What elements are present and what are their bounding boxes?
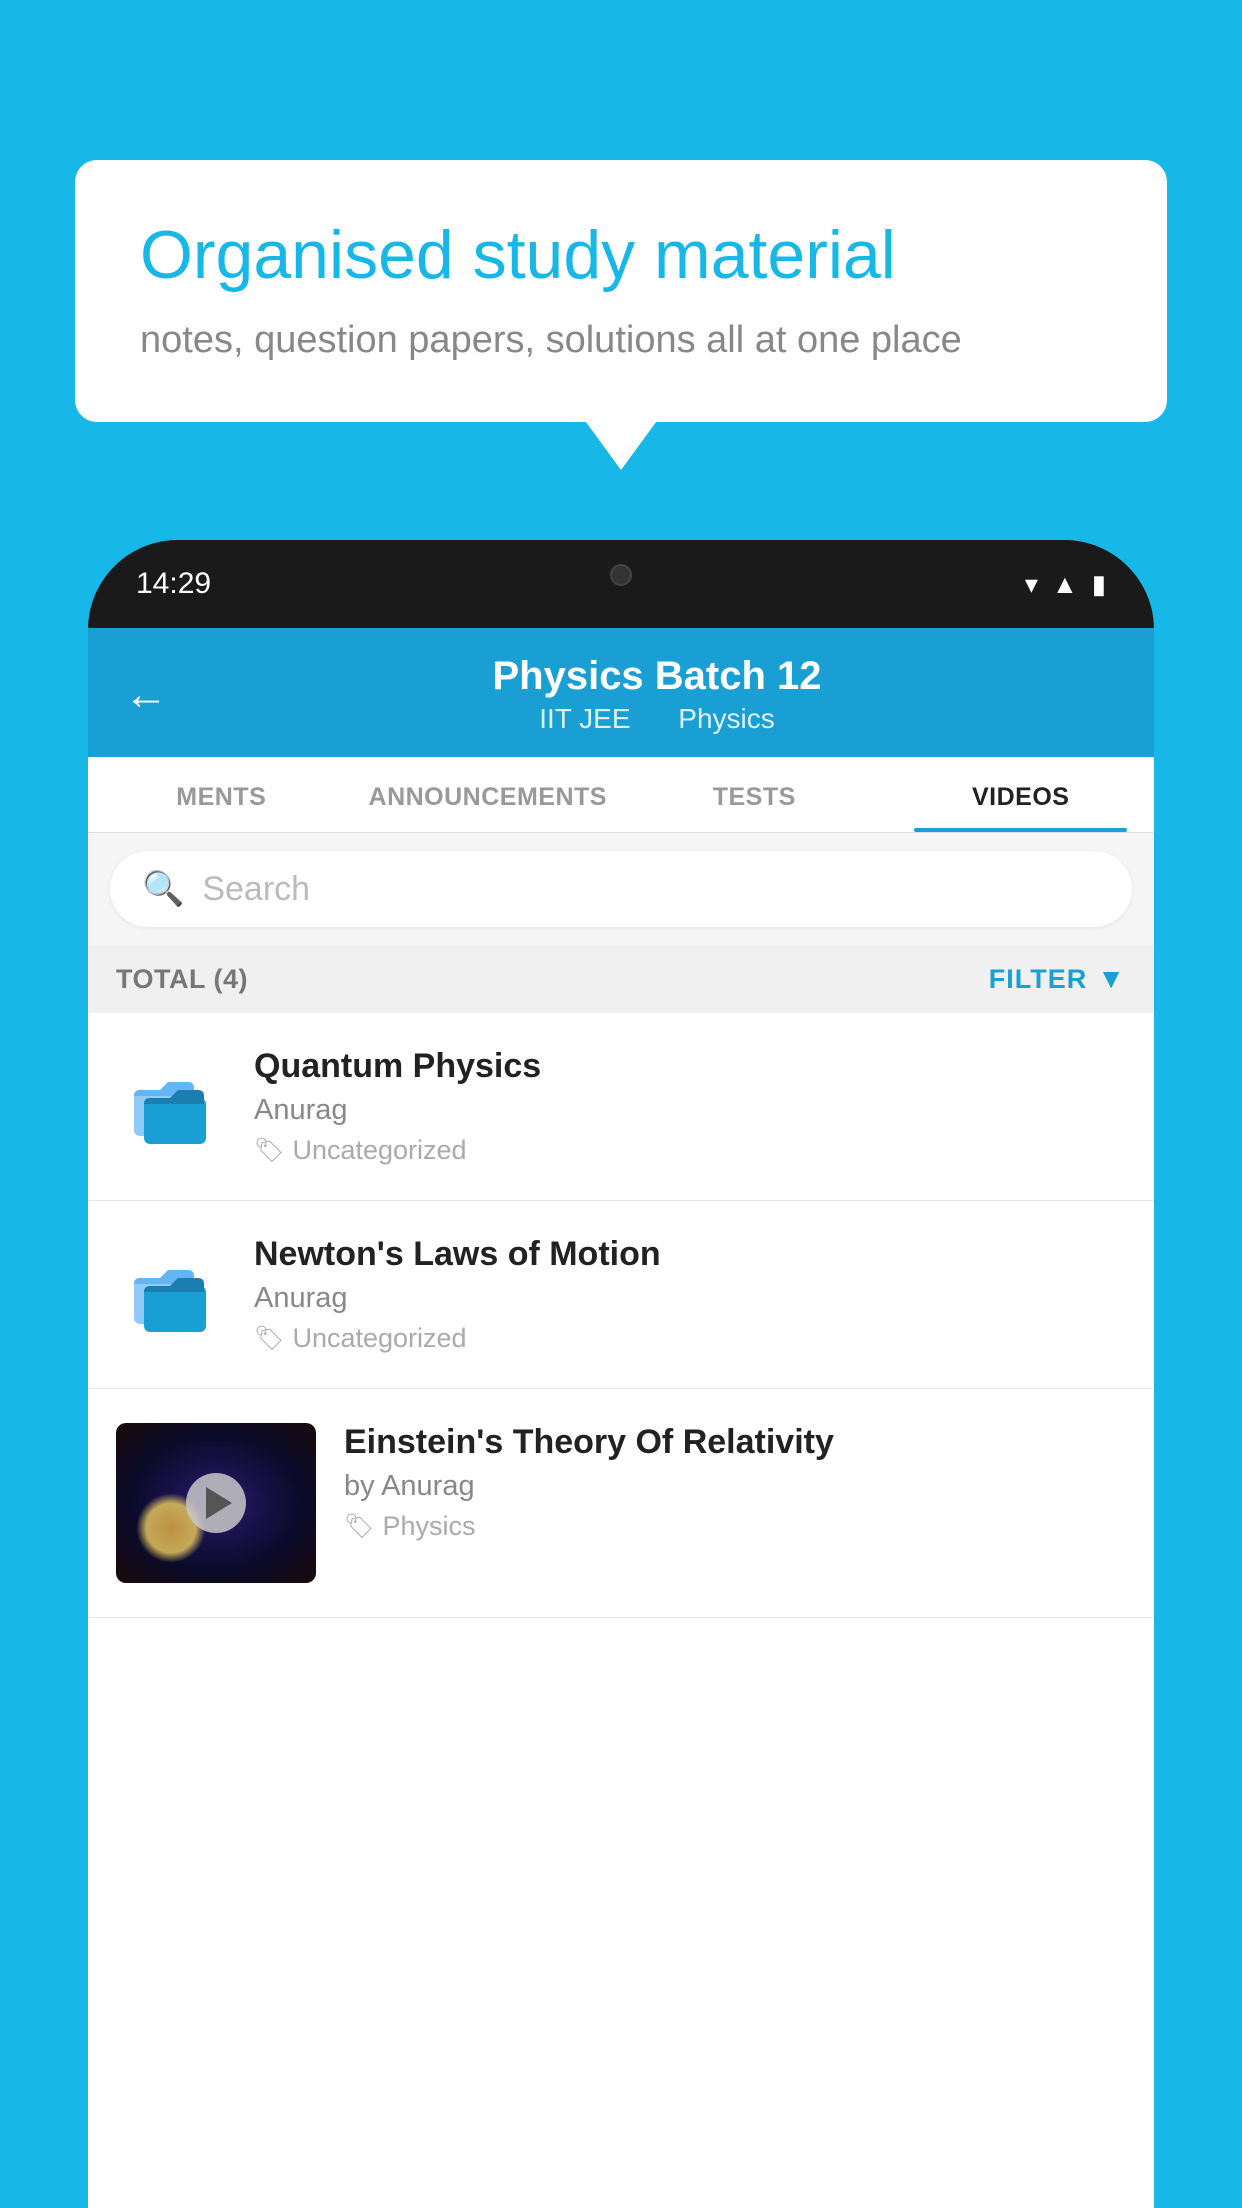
header-subtitle-part2: Physics (678, 703, 774, 734)
camera-notch (610, 564, 632, 586)
video-author: by Anurag (344, 1470, 834, 1503)
phone-frame: 14:29 ▾ ▲ ▮ ← Physics Batch 12 IIT JEE P… (88, 540, 1154, 2208)
tab-documents[interactable]: MENTS (88, 757, 355, 832)
signal-icon: ▲ (1052, 569, 1078, 600)
speech-bubble-title: Organised study material (140, 215, 1102, 297)
video-tag: 🏷 Physics (344, 1511, 834, 1542)
tag-label: Uncategorized (292, 1323, 466, 1354)
notch (511, 540, 731, 610)
battery-icon: ▮ (1092, 569, 1106, 600)
status-time: 14:29 (136, 567, 211, 601)
filter-button[interactable]: FILTER ▼ (989, 963, 1126, 995)
app-header: ← Physics Batch 12 IIT JEE Physics (88, 628, 1154, 757)
video-author: Anurag (254, 1094, 1126, 1127)
header-subtitle-part1: IIT JEE (539, 703, 630, 734)
tag-icon: 🏷 (254, 1136, 284, 1165)
tag-icon: 🏷 (344, 1512, 374, 1541)
tab-videos[interactable]: VIDEOS (888, 757, 1155, 832)
video-list: Quantum Physics Anurag 🏷 Uncategorized (88, 1013, 1154, 1618)
list-item[interactable]: Quantum Physics Anurag 🏷 Uncategorized (88, 1013, 1154, 1201)
video-author: Anurag (254, 1282, 1126, 1315)
tab-announcements[interactable]: ANNOUNCEMENTS (355, 757, 622, 832)
video-title: Quantum Physics (254, 1047, 1126, 1086)
search-bar-container: 🔍 Search (88, 833, 1154, 945)
video-tag: 🏷 Uncategorized (254, 1135, 1126, 1166)
status-icons: ▾ ▲ ▮ (1025, 569, 1106, 600)
tab-tests[interactable]: TESTS (621, 757, 888, 832)
list-item[interactable]: Einstein's Theory Of Relativity by Anura… (88, 1389, 1154, 1618)
video-thumbnail (116, 1240, 226, 1350)
list-item[interactable]: Newton's Laws of Motion Anurag 🏷 Uncateg… (88, 1201, 1154, 1389)
folder-icon (126, 1250, 216, 1340)
wifi-icon: ▾ (1025, 569, 1038, 600)
search-input-wrapper[interactable]: 🔍 Search (110, 851, 1132, 927)
tab-bar: MENTS ANNOUNCEMENTS TESTS VIDEOS (88, 757, 1154, 833)
video-thumbnail-image (116, 1423, 316, 1583)
filter-label: FILTER (989, 964, 1087, 995)
video-info: Quantum Physics Anurag 🏷 Uncategorized (254, 1047, 1126, 1166)
filter-bar: TOTAL (4) FILTER ▼ (88, 945, 1154, 1013)
video-title: Newton's Laws of Motion (254, 1235, 1126, 1274)
app-screen: ← Physics Batch 12 IIT JEE Physics MENTS… (88, 628, 1154, 2208)
speech-bubble-subtitle: notes, question papers, solutions all at… (140, 319, 1102, 362)
video-info: Newton's Laws of Motion Anurag 🏷 Uncateg… (254, 1235, 1126, 1354)
filter-icon: ▼ (1097, 963, 1126, 995)
header-title-group: Physics Batch 12 IIT JEE Physics (196, 654, 1118, 735)
speech-bubble: Organised study material notes, question… (75, 160, 1167, 422)
search-placeholder: Search (202, 870, 310, 909)
tag-icon: 🏷 (254, 1324, 284, 1353)
video-thumbnail (116, 1052, 226, 1162)
folder-icon (126, 1062, 216, 1152)
play-triangle-icon (206, 1487, 232, 1519)
search-icon: 🔍 (142, 869, 184, 909)
video-tag: 🏷 Uncategorized (254, 1323, 1126, 1354)
video-info: Einstein's Theory Of Relativity by Anura… (344, 1423, 834, 1542)
header-subtitle: IIT JEE Physics (196, 703, 1118, 735)
status-bar: 14:29 ▾ ▲ ▮ (88, 540, 1154, 628)
play-button[interactable] (186, 1473, 246, 1533)
tag-label: Uncategorized (292, 1135, 466, 1166)
tag-label: Physics (382, 1511, 475, 1542)
total-count: TOTAL (4) (116, 964, 248, 995)
back-button[interactable]: ← (124, 670, 168, 720)
video-title: Einstein's Theory Of Relativity (344, 1423, 834, 1462)
header-title: Physics Batch 12 (196, 654, 1118, 699)
